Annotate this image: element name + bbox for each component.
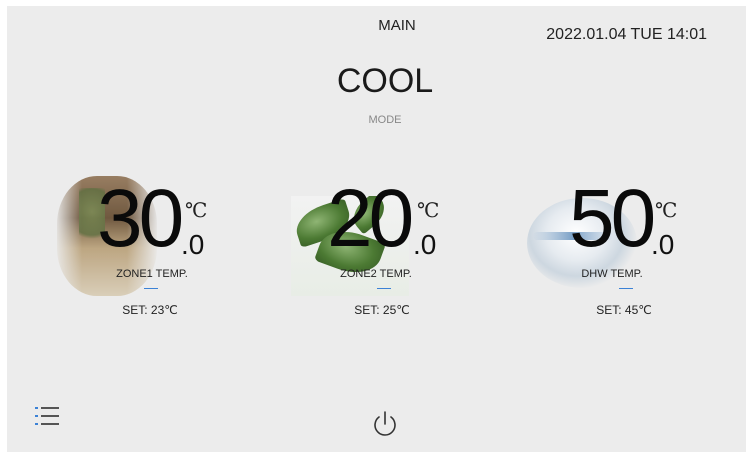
dhw-divider <box>619 288 633 289</box>
dhw-temp-unit: ℃ <box>655 198 678 222</box>
zone1-temp-label: ZONE1 TEMP. <box>116 268 188 280</box>
mode-label: MODE <box>368 114 402 126</box>
zone1-temp-card[interactable]: 30 ℃ .0 ZONE1 TEMP. SET: 23℃ <box>57 176 227 326</box>
mode-value[interactable]: COOL <box>7 62 746 101</box>
zone1-temp-integer: 30 <box>97 173 184 264</box>
zone1-divider <box>144 288 158 289</box>
dhw-temp-decimal: .0 <box>651 229 675 260</box>
zone2-temp-unit: ℃ <box>417 198 440 222</box>
zone2-divider <box>377 288 391 289</box>
zone1-temp-unit: ℃ <box>185 198 208 222</box>
datetime-display: 2022.01.04 TUE 14:01 <box>546 26 707 43</box>
zone2-temp-decimal: .0 <box>413 229 437 260</box>
power-icon <box>374 411 396 436</box>
dhw-temp-card[interactable]: 50 ℃ .0 DHW TEMP. SET: 45℃ <box>527 176 697 326</box>
main-screen: MAIN 2022.01.04 TUE 14:01 COOL MODE 30 ℃… <box>7 6 746 452</box>
zone1-set-temp[interactable]: SET: 23℃ <box>65 303 235 317</box>
menu-button[interactable] <box>33 404 61 428</box>
dhw-temp-integer: 50 <box>569 173 656 264</box>
zone2-set-temp[interactable]: SET: 25℃ <box>297 303 467 317</box>
dhw-set-temp[interactable]: SET: 45℃ <box>539 303 709 317</box>
zone2-temp-card[interactable]: 20 ℃ .0 ZONE2 TEMP. SET: 25℃ <box>291 176 461 326</box>
zone2-temp-integer: 20 <box>327 173 414 264</box>
zone2-temp-label: ZONE2 TEMP. <box>340 268 412 280</box>
dhw-temp-label: DHW TEMP. <box>581 268 643 280</box>
power-button[interactable] <box>369 408 401 440</box>
zone1-temp-decimal: .0 <box>181 229 205 260</box>
menu-list-icon <box>35 407 59 425</box>
